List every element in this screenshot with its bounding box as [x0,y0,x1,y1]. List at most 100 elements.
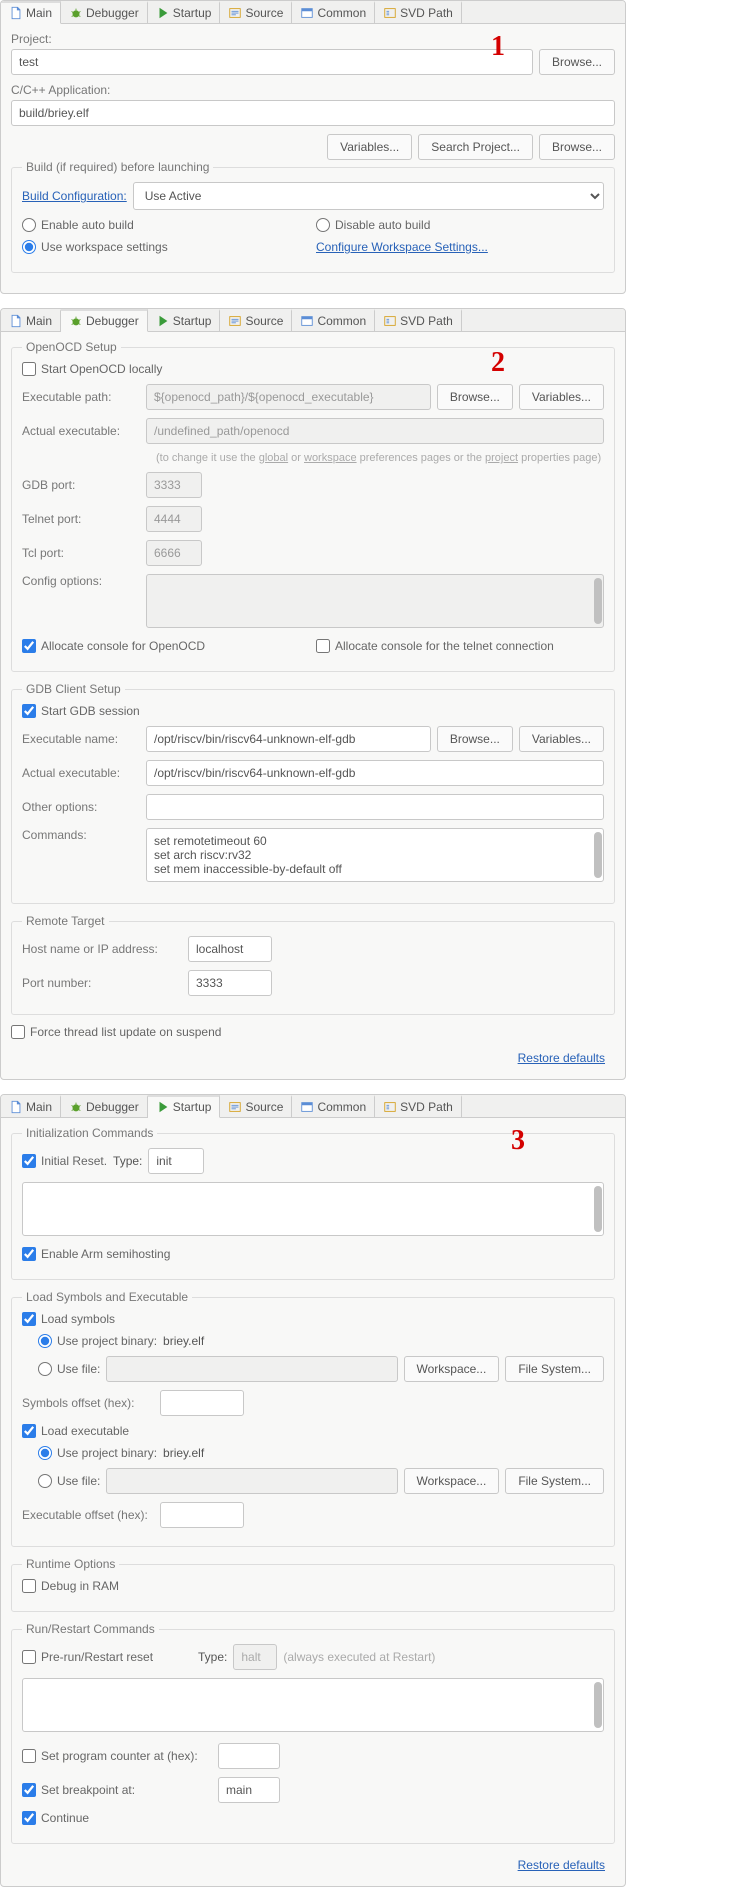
tab-svd[interactable]: SVD Path [375,309,462,331]
bp-input[interactable] [218,1777,280,1803]
exec-offset-input[interactable] [160,1502,244,1528]
tab-main[interactable]: Main [1,1,61,24]
reset-type-input[interactable] [148,1148,204,1174]
start-openocd-checkbox[interactable]: Start OpenOCD locally [22,362,162,376]
tab-svd[interactable]: SVD Path [375,1095,462,1117]
init-commands-textarea[interactable] [22,1182,604,1236]
gdb-port-input [146,472,202,498]
build-config-link[interactable]: Build Configuration: [22,189,127,203]
tab-source[interactable]: Source [220,309,292,331]
force-thread-checkbox[interactable]: Force thread list update on suspend [11,1025,221,1039]
semihosting-checkbox[interactable]: Enable Arm semihosting [22,1247,170,1261]
sym-offset-input[interactable] [160,1390,244,1416]
tab-common[interactable]: Common [292,1,375,23]
change-hint: (to change it use the global or workspac… [156,452,604,464]
tab-main[interactable]: Main [1,1095,61,1117]
debug-ram-checkbox[interactable]: Debug in RAM [22,1579,119,1593]
host-input[interactable] [188,936,272,962]
tab-debugger[interactable]: Debugger [61,1095,148,1117]
svd-icon [383,314,397,328]
run-commands-textarea[interactable] [22,1678,604,1732]
prerun-reset-checkbox[interactable]: Pre-run/Restart reset [22,1650,192,1664]
tab-source[interactable]: Source [220,1095,292,1117]
pc-input[interactable] [218,1743,280,1769]
window-icon [300,6,314,20]
disable-auto-build-radio[interactable]: Disable auto build [316,218,604,232]
configure-workspace-link[interactable]: Configure Workspace Settings... [316,240,604,254]
source-icon [228,314,242,328]
symbols-use-file-radio[interactable]: Use file: [38,1362,100,1376]
file-icon [9,1100,23,1114]
tab-startup[interactable]: Startup [148,1095,221,1118]
exec-use-file-radio[interactable]: Use file: [38,1474,100,1488]
restore-defaults-link[interactable]: Restore defaults [518,1051,605,1065]
alloc-telnet-checkbox[interactable]: Allocate console for the telnet connecti… [316,639,604,653]
run-restart-legend: Run/Restart Commands [22,1622,159,1636]
tab-startup[interactable]: Startup [148,309,221,331]
scrollbar-thumb[interactable] [594,832,602,878]
load-symbols-checkbox[interactable]: Load symbols [22,1312,115,1326]
commands-label: Commands: [22,828,140,842]
set-pc-checkbox[interactable]: Set program counter at (hex): [22,1749,212,1763]
tab-debugger[interactable]: Debugger [61,1,148,23]
file-icon [9,314,23,328]
project-input[interactable] [11,49,533,75]
play-icon [156,1100,170,1114]
alloc-openocd-checkbox[interactable]: Allocate console for OpenOCD [22,639,310,653]
build-config-select[interactable]: Use Active [133,182,604,210]
search-project-button[interactable]: Search Project... [418,134,533,160]
scrollbar-thumb[interactable] [594,578,602,624]
browse-button[interactable]: Browse... [539,49,615,75]
tab-debugger[interactable]: Debugger [61,309,148,332]
actual-exec2-label: Actual executable: [22,766,140,780]
browse-button[interactable]: Browse... [437,726,513,752]
workspace-button[interactable]: Workspace... [404,1356,500,1382]
variables-button[interactable]: Variables... [327,134,412,160]
start-gdb-checkbox[interactable]: Start GDB session [22,704,140,718]
tab-startup[interactable]: Startup [148,1,221,23]
set-bp-checkbox[interactable]: Set breakpoint at: [22,1783,212,1797]
tab-svd[interactable]: SVD Path [375,1,462,23]
application-input[interactable] [11,100,615,126]
use-workspace-radio[interactable]: Use workspace settings [22,240,310,254]
remote-target-legend: Remote Target [22,914,109,928]
browse-button[interactable]: Browse... [539,134,615,160]
exec-path-input [146,384,431,410]
gdb-port-label: GDB port: [22,478,140,492]
exec-use-project-radio[interactable]: Use project binary: [38,1446,157,1460]
other-opts-input[interactable] [146,794,604,820]
runtime-fieldset: Runtime Options Debug in RAM [11,1557,615,1612]
bug-icon [69,1100,83,1114]
enable-auto-build-radio[interactable]: Enable auto build [22,218,310,232]
tab-common[interactable]: Common [292,309,375,331]
init-commands-legend: Initialization Commands [22,1126,157,1140]
variables-button[interactable]: Variables... [519,384,604,410]
load-executable-checkbox[interactable]: Load executable [22,1424,129,1438]
type-label: Type: [198,1650,227,1664]
variables-button[interactable]: Variables... [519,726,604,752]
exec-path-label: Executable path: [22,390,140,404]
file-system-button[interactable]: File System... [505,1356,604,1382]
continue-checkbox[interactable]: Continue [22,1811,89,1825]
actual-exec2-input[interactable] [146,760,604,786]
symbols-use-project-radio[interactable]: Use project binary: [38,1334,157,1348]
exec-name-input[interactable] [146,726,431,752]
workspace-button[interactable]: Workspace... [404,1468,500,1494]
tab-source[interactable]: Source [220,1,292,23]
sym-offset-label: Symbols offset (hex): [22,1396,154,1410]
host-label: Host name or IP address: [22,942,182,956]
scrollbar-thumb[interactable] [594,1682,602,1728]
restore-defaults-link[interactable]: Restore defaults [518,1858,605,1872]
config-opts-label: Config options: [22,574,140,588]
port-input[interactable] [188,970,272,996]
tab-main[interactable]: Main [1,309,61,331]
scrollbar-thumb[interactable] [594,1186,602,1232]
tab-common[interactable]: Common [292,1095,375,1117]
initial-reset-checkbox[interactable]: Initial Reset. [22,1154,107,1168]
symbols-file-input [106,1356,397,1382]
play-icon [156,6,170,20]
browse-button[interactable]: Browse... [437,384,513,410]
window-icon [300,314,314,328]
file-system-button[interactable]: File System... [505,1468,604,1494]
commands-textarea[interactable] [146,828,604,882]
